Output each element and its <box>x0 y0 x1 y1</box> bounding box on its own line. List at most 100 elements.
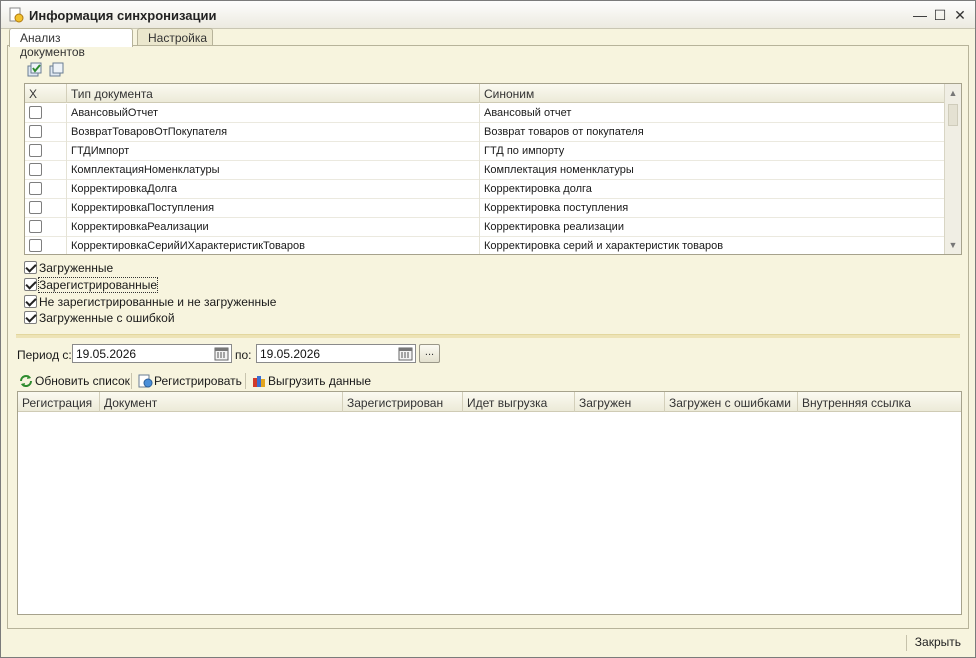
filter-loaded-checkbox[interactable] <box>24 261 37 274</box>
register-label: Регистрировать <box>154 374 242 388</box>
calendar-icon[interactable] <box>214 346 229 361</box>
period-to-label: по: <box>235 348 252 362</box>
sync-info-window: Информация синхронизации — ☐ ✕ Анализ до… <box>0 0 976 658</box>
row-checkbox-cell <box>25 199 67 218</box>
minimize-icon[interactable]: — <box>911 6 929 24</box>
period-to-input[interactable] <box>256 344 416 363</box>
column-header-loaded-with-errors[interactable]: Загружен с ошибками <box>665 392 798 412</box>
scroll-up-icon[interactable]: ▲ <box>947 86 959 100</box>
document-type-cell: ГТДИмпорт <box>67 142 480 161</box>
column-header-exporting[interactable]: Идет выгрузка <box>463 392 575 412</box>
export-data-button[interactable]: Выгрузить данные <box>251 372 372 390</box>
tab-document-analysis[interactable]: Анализ документов <box>9 28 133 59</box>
table-row[interactable]: АвансовыйОтчет Авансовый отчет <box>25 104 945 123</box>
row-checkbox-cell <box>25 161 67 180</box>
period-from-label: Период с: <box>17 348 72 362</box>
table-row[interactable]: ГТДИмпорт ГТД по импорту <box>25 142 945 161</box>
column-header-synonym[interactable]: Синоним <box>480 84 945 103</box>
row-checkbox[interactable] <box>29 201 42 214</box>
row-checkbox[interactable] <box>29 106 42 119</box>
column-header-registered[interactable]: Зарегистрирован <box>343 392 463 412</box>
row-checkbox[interactable] <box>29 163 42 176</box>
close-icon[interactable]: ✕ <box>951 6 969 24</box>
toolbar-separator <box>245 373 246 389</box>
column-header-loaded[interactable]: Загружен <box>575 392 665 412</box>
filter-loaded-with-error-checkbox[interactable] <box>24 311 37 324</box>
table-row[interactable]: КорректировкаДолга Корректировка долга <box>25 180 945 199</box>
table-row[interactable]: КомплектацияНоменклатуры Комплектация ном… <box>25 161 945 180</box>
scroll-thumb[interactable] <box>948 104 958 126</box>
row-checkbox[interactable] <box>29 144 42 157</box>
table-row[interactable]: КорректировкаПоступления Корректировка по… <box>25 199 945 218</box>
row-checkbox[interactable] <box>29 220 42 233</box>
column-header-internal-link[interactable]: Внутренняя ссылка <box>798 392 961 412</box>
table-row[interactable]: КорректировкаРеализации Корректировка реа… <box>25 218 945 237</box>
synonym-cell: Корректировка поступления <box>480 199 945 218</box>
splitter[interactable] <box>16 334 960 338</box>
vertical-scrollbar[interactable]: ▲ ▼ <box>944 84 961 254</box>
synonym-cell: Корректировка долга <box>480 180 945 199</box>
filter-not-registered-label: Не зарегистрированные и не загруженные <box>39 295 277 309</box>
document-type-cell: ВозвратТоваровОтПокупателя <box>67 123 480 142</box>
filter-registered-label: Зарегистрированные <box>37 277 159 293</box>
synonym-cell: ГТД по импорту <box>480 142 945 161</box>
document-type-cell: КорректировкаПоступления <box>67 199 480 218</box>
document-type-cell: КорректировкаДолга <box>67 180 480 199</box>
row-checkbox-cell <box>25 180 67 199</box>
register-icon <box>138 374 153 388</box>
uncheck-all-icon[interactable] <box>49 62 65 78</box>
toolbar-separator <box>131 373 132 389</box>
tab-content: X Тип документа Синоним АвансовыйОтчет Ав… <box>7 45 969 629</box>
row-checkbox[interactable] <box>29 239 42 252</box>
table-row[interactable]: ВозвратТоваровОтПокупателя Возврат товаро… <box>25 123 945 142</box>
row-checkbox-cell <box>25 104 67 123</box>
tab-label: Настройка <box>148 31 208 45</box>
synonym-cell: Авансовый отчет <box>480 104 945 123</box>
check-all-icon[interactable] <box>27 62 43 78</box>
close-button[interactable]: Закрыть <box>905 635 961 651</box>
row-checkbox-cell <box>25 123 67 142</box>
filter-loaded-label: Загруженные <box>39 261 114 275</box>
export-icon <box>253 376 265 387</box>
refresh-icon <box>20 375 32 387</box>
register-button[interactable]: Регистрировать <box>137 372 242 390</box>
column-header-document[interactable]: Документ <box>100 392 343 412</box>
scroll-down-icon[interactable]: ▼ <box>947 238 959 252</box>
synonym-cell: Возврат товаров от покупателя <box>480 123 945 142</box>
table-header: X Тип документа Синоним <box>25 84 961 103</box>
row-checkbox[interactable] <box>29 182 42 195</box>
refresh-list-label: Обновить список <box>35 374 130 388</box>
column-header-x[interactable]: X <box>25 84 67 103</box>
filter-registered-checkbox[interactable] <box>24 278 37 291</box>
document-type-cell: КорректировкаСерийИХарактеристикТоваров <box>67 237 480 254</box>
synonym-cell: Комплектация номенклатуры <box>480 161 945 180</box>
window-title: Информация синхронизации <box>29 8 217 23</box>
document-type-cell: АвансовыйОтчет <box>67 104 480 123</box>
title-bar: Информация синхронизации — ☐ ✕ <box>1 1 975 29</box>
tab-settings[interactable]: Настройка <box>137 28 213 46</box>
footer-bar: Закрыть <box>7 631 969 655</box>
sync-results-table[interactable]: Регистрация Документ Зарегистрирован Иде… <box>17 391 962 615</box>
period-select-button[interactable]: ... <box>419 344 440 363</box>
document-types-table: X Тип документа Синоним АвансовыйОтчет Ав… <box>24 83 962 255</box>
column-header-type[interactable]: Тип документа <box>67 84 480 103</box>
row-checkbox-cell <box>25 237 67 254</box>
row-checkbox[interactable] <box>29 125 42 138</box>
synonym-cell: Корректировка серий и характеристик това… <box>480 237 945 254</box>
column-header-registration[interactable]: Регистрация <box>18 392 100 412</box>
filter-not-registered-checkbox[interactable] <box>24 295 37 308</box>
period-from-input[interactable] <box>72 344 232 363</box>
row-checkbox-cell <box>25 218 67 237</box>
table-header: Регистрация Документ Зарегистрирован Иде… <box>18 392 961 412</box>
tab-label: Анализ документов <box>20 31 85 59</box>
document-type-cell: КомплектацияНоменклатуры <box>67 161 480 180</box>
table-row[interactable]: КорректировкаСерийИХарактеристикТоваров К… <box>25 237 945 254</box>
calendar-icon[interactable] <box>398 346 413 361</box>
synonym-cell: Корректировка реализации <box>480 218 945 237</box>
document-type-cell: КорректировкаРеализации <box>67 218 480 237</box>
row-checkbox-cell <box>25 142 67 161</box>
filter-loaded-with-error-label: Загруженные с ошибкой <box>39 311 175 325</box>
refresh-list-button[interactable]: Обновить список <box>18 372 130 390</box>
export-data-label: Выгрузить данные <box>268 374 372 388</box>
maximize-icon[interactable]: ☐ <box>931 6 949 24</box>
